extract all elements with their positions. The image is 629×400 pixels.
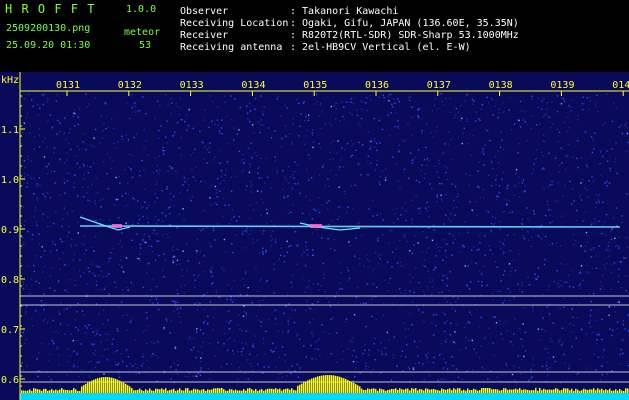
meteor-count: 53 — [139, 40, 152, 51]
x-tick-label: 0133 — [180, 80, 204, 91]
x-tick-label: 0132 — [118, 80, 142, 91]
spectrogram-panel: kHz 1.1 1.0 0.9 0.8 0.7 0.6 0131 0132 0133 0134 01… — [0, 72, 629, 400]
meteor-label: meteor — [124, 27, 161, 38]
receiver-value: : R820T2(RTL-SDR) SDR-Sharp 53.1000MHz — [290, 30, 519, 41]
observer-label: Observer — [180, 6, 229, 17]
x-tick-label: 0131 — [56, 80, 80, 91]
y-tick-label: 1.1 — [1, 125, 19, 136]
y-tick-label: 0.8 — [1, 275, 19, 286]
file-name: 2509200130.png — [6, 23, 91, 34]
date-time: 25.09.20 01:30 — [6, 40, 91, 51]
y-unit-label: kHz — [1, 75, 19, 86]
x-tick-label: 0134 — [241, 80, 265, 91]
y-tick-label: 1.0 — [1, 175, 19, 186]
receiver-label: Receiver — [180, 30, 229, 41]
app-name: H R O F F T — [5, 2, 96, 16]
y-tick-label: 0.9 — [1, 225, 19, 236]
x-tick-label: 0135 — [303, 80, 327, 91]
x-tick-label: 0139 — [550, 80, 574, 91]
y-tick-label: 0.7 — [1, 325, 19, 336]
observer-value: : Takanori Kawachi — [290, 6, 399, 17]
x-tick-label: 0136 — [365, 80, 389, 91]
app-version: 1.0.0 — [126, 4, 157, 15]
location-value: : Ogaki, Gifu, JAPAN (136.60E, 35.35N) — [290, 18, 519, 29]
spectrogram-background — [0, 72, 629, 400]
x-tick-label: 0137 — [427, 80, 451, 91]
y-tick-label: 0.6 — [1, 375, 19, 386]
antenna-value: : 2el-HB9CV Vertical (el. E-W) — [290, 42, 471, 53]
x-tick-label: 0140 — [612, 80, 629, 91]
antenna-label: Receiving antenna — [180, 42, 283, 53]
location-label: Receiving Location — [180, 18, 289, 29]
header-panel: H R O F F T 1.0.0 2509200130.png meteor … — [0, 0, 629, 72]
x-tick-label: 0138 — [489, 80, 513, 91]
